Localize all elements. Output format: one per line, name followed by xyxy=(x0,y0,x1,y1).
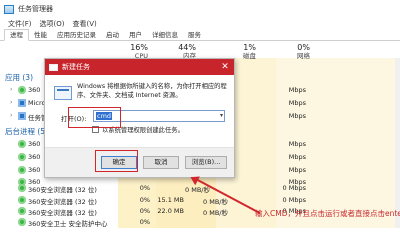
tab-app-history[interactable]: 应用历史记录 xyxy=(52,30,101,40)
app-microsoft-icon xyxy=(18,99,26,107)
browser-360-icon xyxy=(18,196,26,204)
menu-view[interactable]: 查看(V) xyxy=(72,19,96,29)
run-dialog-title: 新建任务 xyxy=(62,63,90,71)
annotation-text: 输入CMD，并且点击运行或者直接点击enter xyxy=(255,209,400,218)
input-highlight-box xyxy=(68,107,121,128)
expand-icon[interactable]: › xyxy=(10,99,12,106)
network-header[interactable]: 0% 网络 xyxy=(270,43,310,61)
run-dialog-footer: 确定 取消 浏览(B)... xyxy=(45,147,234,177)
tab-details[interactable]: 详细信息 xyxy=(147,30,183,40)
process-name: 360 xyxy=(28,86,41,94)
apps-section-header: 应用 (3) xyxy=(5,73,34,82)
memory-percent: 44% xyxy=(178,43,196,52)
network-label: 网络 xyxy=(297,52,310,60)
process-network: 0 Mbps xyxy=(282,184,306,192)
vertical-scrollbar[interactable] xyxy=(395,58,400,228)
process-row[interactable]: 360安全浏览器 (32 位) 0% 0 MB/秒 0 Mbps xyxy=(0,182,400,194)
run-window-icon xyxy=(49,63,58,71)
app-360-icon xyxy=(18,166,26,174)
process-memory: 22.0 MB xyxy=(157,207,184,215)
task-manager-titlebar: 任务管理器 xyxy=(0,0,400,18)
browser-360-icon xyxy=(18,184,26,192)
process-memory: 15.1 MB xyxy=(157,196,184,204)
menu-bar: 文件(F) 选项(O) 查看(V) xyxy=(0,18,400,30)
window-title: 任务管理器 xyxy=(18,5,53,13)
tab-strip: 进程 性能 应用历史记录 启动 用户 详细信息 服务 xyxy=(0,29,400,41)
process-memory: 0 MB/秒 xyxy=(185,186,210,194)
process-network: Mbps xyxy=(288,99,306,107)
process-network: Mbps xyxy=(288,140,306,148)
tab-services[interactable]: 服务 xyxy=(183,30,206,40)
cancel-button[interactable]: 取消 xyxy=(143,156,179,169)
process-name: 360 xyxy=(28,140,41,148)
process-network: Mbps xyxy=(288,86,306,94)
security-360-icon xyxy=(18,218,26,226)
close-icon[interactable]: ✕ xyxy=(219,61,231,73)
run-dialog-titlebar[interactable]: 新建任务 ✕ xyxy=(45,59,234,75)
app-360-icon xyxy=(18,86,26,94)
browser-360-icon xyxy=(18,207,26,215)
ok-highlight-box xyxy=(95,150,138,172)
tab-processes[interactable]: 进程 xyxy=(4,29,29,41)
tab-users[interactable]: 用户 xyxy=(124,30,147,40)
column-headers: 16% CPU 44% 内存 1% 磁盘 0% 网络 xyxy=(0,42,400,61)
cpu-percent: 16% xyxy=(130,43,148,52)
process-network: Mbps xyxy=(288,153,306,161)
app-360-icon xyxy=(18,140,26,148)
process-network: Mbps xyxy=(288,112,306,120)
process-cpu: 0% xyxy=(139,218,150,226)
browse-button[interactable]: 浏览(B)... xyxy=(185,156,227,169)
expand-icon[interactable]: › xyxy=(10,86,12,93)
run-description: Windows 将根据你所键入的名称，为你打开相应的程序、文件夹、文档或 Int… xyxy=(77,83,227,99)
network-percent: 0% xyxy=(297,43,310,52)
menu-options[interactable]: 选项(O) xyxy=(40,19,65,29)
tab-performance[interactable]: 性能 xyxy=(29,30,52,40)
process-network: 0 Mbps xyxy=(282,196,306,204)
process-name: Micro xyxy=(28,99,46,107)
chevron-down-icon[interactable]: ▾ xyxy=(220,112,223,119)
task-manager-process-icon xyxy=(18,112,26,120)
run-program-icon xyxy=(54,86,72,100)
app-360-icon xyxy=(18,153,26,161)
tab-startup[interactable]: 启动 xyxy=(101,30,124,40)
process-name: 360安全卫士 安全防护中心 xyxy=(28,220,108,228)
process-name: 360 xyxy=(28,153,41,161)
expand-icon[interactable]: › xyxy=(10,112,12,119)
task-manager-icon xyxy=(4,4,14,14)
disk-percent: 1% xyxy=(243,43,256,52)
process-cpu: 0% xyxy=(139,184,150,192)
process-name: 360安全浏览器 (32 位) xyxy=(28,186,97,194)
menu-file[interactable]: 文件(F) xyxy=(8,19,32,29)
process-name: 360 xyxy=(28,166,41,174)
process-network: Mbps xyxy=(288,166,306,174)
